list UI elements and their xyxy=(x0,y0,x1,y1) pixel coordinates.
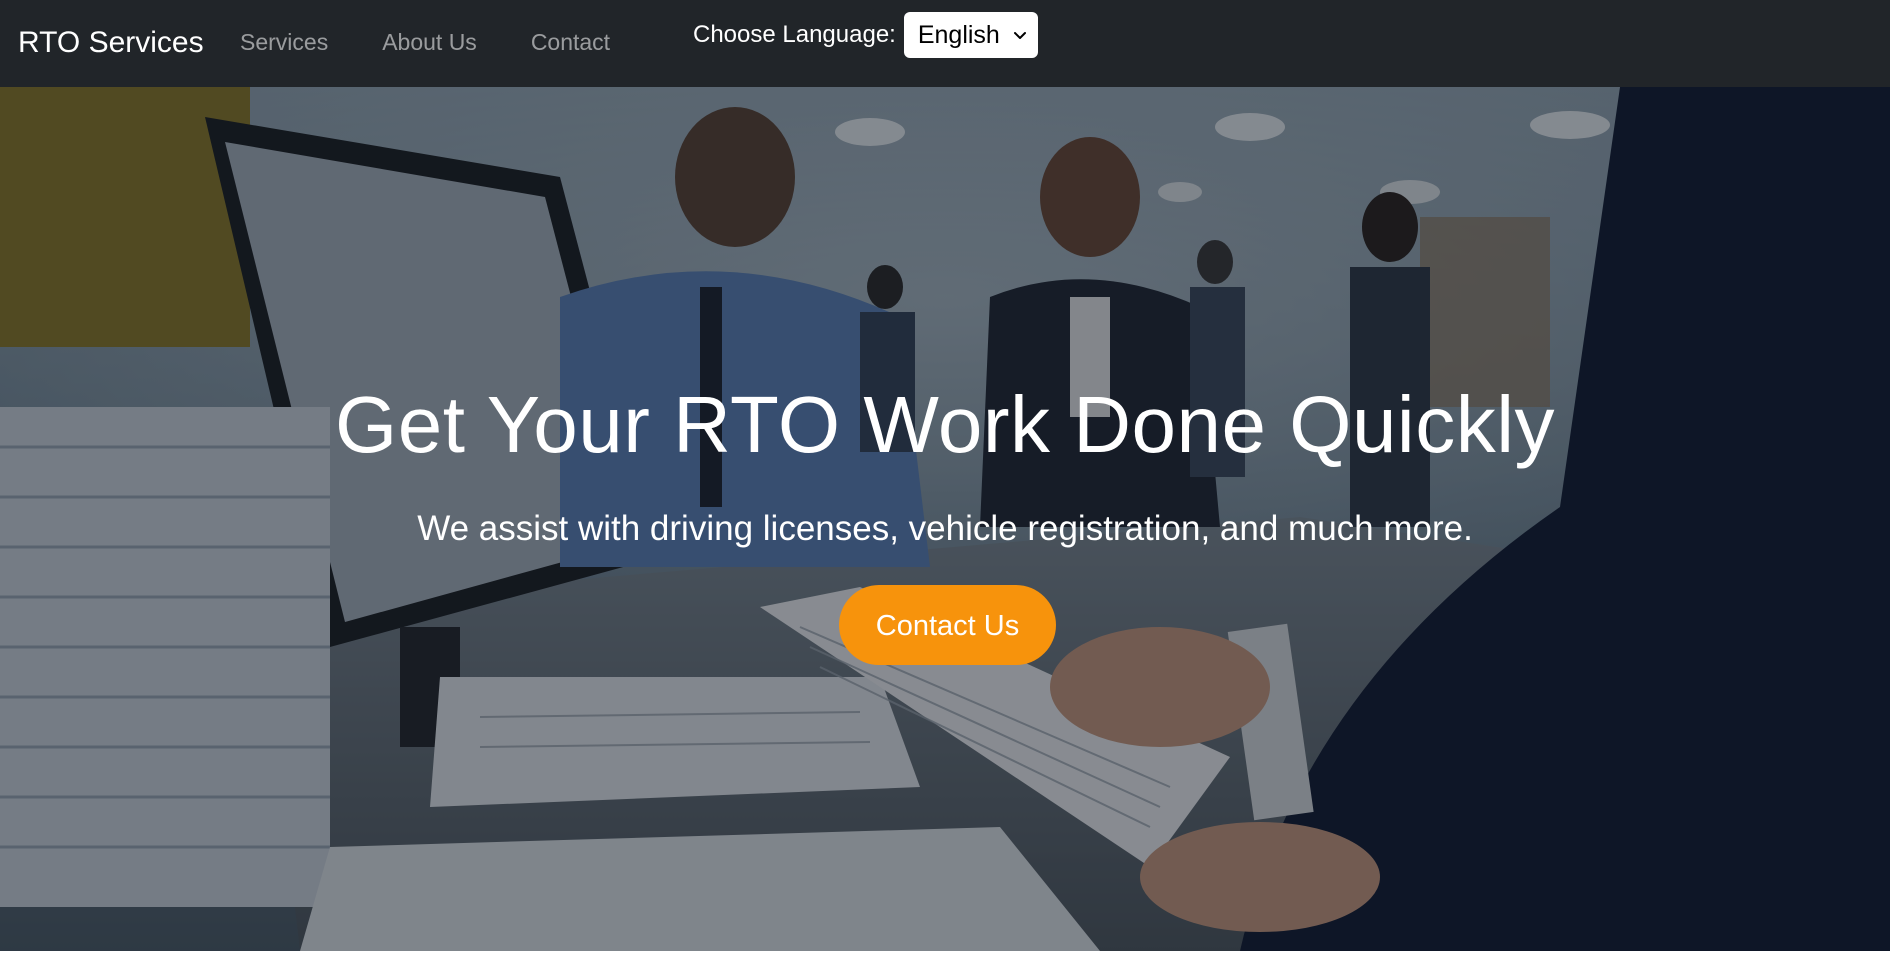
chevron-down-icon xyxy=(1013,32,1026,39)
brand-logo-link[interactable]: RTO Services xyxy=(18,25,204,61)
nav-link-services[interactable]: Services xyxy=(240,26,328,58)
nav-link-about-us[interactable]: About Us xyxy=(382,26,477,58)
contact-us-button[interactable]: Contact Us xyxy=(839,585,1056,665)
hero-section: Get Your RTO Work Done Quickly We assist… xyxy=(0,87,1890,951)
language-selected-value: English xyxy=(917,20,1000,49)
hero-title: Get Your RTO Work Done Quickly xyxy=(335,380,1555,469)
language-select[interactable]: English xyxy=(903,12,1038,58)
language-selector: Choose Language: English xyxy=(693,12,1038,58)
hero-content: Get Your RTO Work Done Quickly We assist… xyxy=(0,87,1890,951)
hero-subtitle: We assist with driving licenses, vehicle… xyxy=(417,509,1473,548)
nav-links: Services About Us Contact xyxy=(240,26,610,58)
navbar: RTO Services Services About Us Contact C… xyxy=(0,0,1890,87)
language-label: Choose Language: xyxy=(693,21,896,48)
nav-link-contact[interactable]: Contact xyxy=(531,26,610,58)
